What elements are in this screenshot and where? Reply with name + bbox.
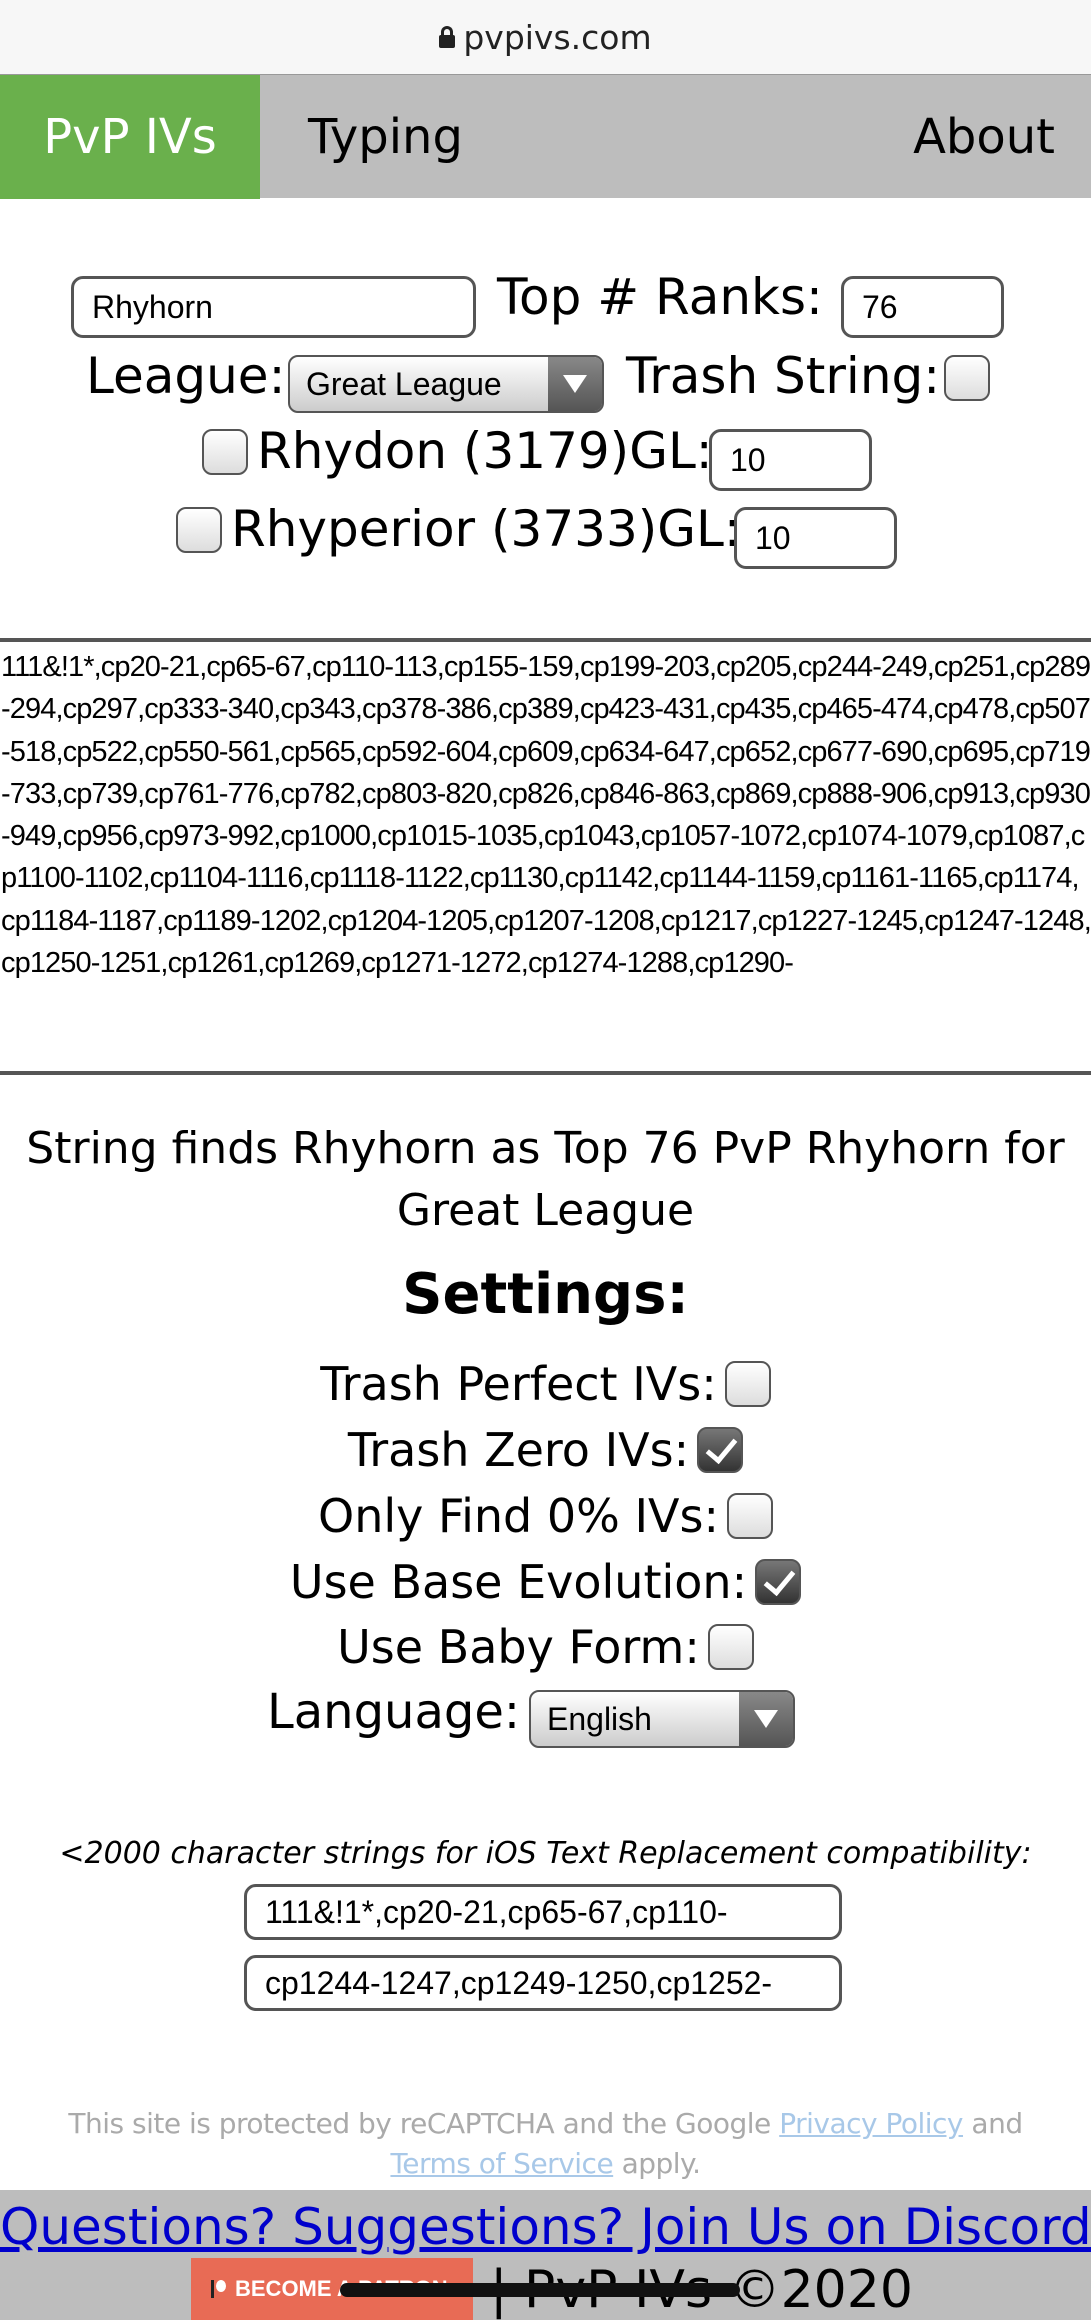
setting-label: Trash Zero IVs: [347, 1423, 690, 1477]
language-label: Language: [267, 1684, 521, 1740]
url-text: pvpivs.com [463, 17, 652, 57]
chevron-down-icon [739, 1692, 793, 1746]
lock-icon [439, 26, 456, 48]
language-select[interactable]: English [529, 1690, 795, 1748]
chevron-down-icon [548, 357, 602, 411]
recaptcha-text: and [963, 2107, 1023, 2140]
setting-trash-zero: Trash Zero IVs: [0, 1420, 1091, 1480]
browser-url-bar[interactable]: pvpivs.com [0, 0, 1091, 74]
setting-label: Use Baby Form: [337, 1620, 700, 1674]
search-string-output[interactable]: 111&!1*,cp20-21,cp65-67,cp110-113,cp155-… [0, 638, 1091, 1075]
base-evolution-checkbox[interactable] [755, 1559, 802, 1605]
league-value: Great League [306, 365, 502, 402]
recaptcha-text: This site is protected by reCAPTCHA and … [68, 2107, 780, 2140]
language-value: English [547, 1700, 652, 1737]
league-label: League: [86, 347, 286, 405]
privacy-policy-link[interactable]: Privacy Policy [779, 2107, 963, 2140]
rhydon-label: Rhydon (3179)GL: [257, 422, 713, 480]
setting-label: Use Base Evolution: [289, 1555, 748, 1609]
top-ranks-label: Top # Ranks: [497, 268, 823, 326]
tab-typing[interactable]: Typing [308, 75, 463, 199]
recaptcha-notice: This site is protected by reCAPTCHA and … [0, 2104, 1091, 2184]
nav-bar: PvP IVs Typing About [0, 74, 1091, 199]
ios-string-1[interactable]: 111&!1*,cp20-21,cp65-67,cp110- [244, 1884, 842, 1940]
top-ranks-input[interactable]: 76 [841, 276, 1004, 338]
ios-note: <2000 character strings for iOS Text Rep… [59, 1836, 1032, 1871]
rhyperior-rank-input[interactable]: 10 [734, 507, 897, 569]
summary-text: String finds Rhyhorn as Top 76 PvP Rhyho… [26, 1123, 1065, 1236]
ios-string-2[interactable]: cp1244-1247,cp1249-1250,cp1252- [244, 1955, 842, 2011]
setting-label: Only Find 0% IVs: [318, 1489, 719, 1543]
baby-form-checkbox[interactable] [707, 1624, 754, 1670]
setting-base-evolution: Use Base Evolution: [0, 1552, 1091, 1612]
recaptcha-line-2: Terms of Service apply. [0, 2144, 1091, 2184]
rhyperior-label: Rhyperior (3733)GL: [231, 500, 741, 558]
setting-trash-perfect: Trash Perfect IVs: [0, 1354, 1091, 1414]
recaptcha-text: apply. [613, 2147, 701, 2180]
trash-perfect-checkbox[interactable] [724, 1361, 771, 1407]
patreon-icon [211, 2280, 226, 2298]
pokemon-input[interactable]: Rhyhorn [71, 276, 476, 338]
rhyperior-checkbox[interactable] [176, 507, 222, 553]
rhydon-rank-input[interactable]: 10 [709, 429, 872, 491]
home-indicator[interactable] [340, 2283, 740, 2297]
footer: Questions? Suggestions? Join Us on Disco… [0, 2190, 1091, 2320]
setting-only-zero: Only Find 0% IVs: [0, 1486, 1091, 1546]
trash-zero-checkbox[interactable] [697, 1427, 744, 1473]
league-select[interactable]: Great League [288, 355, 604, 413]
recaptcha-line-1: This site is protected by reCAPTCHA and … [0, 2104, 1091, 2144]
setting-baby-form: Use Baby Form: [0, 1617, 1091, 1677]
rhydon-checkbox[interactable] [202, 429, 248, 475]
trash-string-label: Trash String: [626, 347, 941, 405]
tab-pvp-ivs[interactable]: PvP IVs [0, 75, 260, 199]
discord-link[interactable]: Questions? Suggestions? Join Us on Disco… [0, 2198, 1091, 2256]
settings-heading: Settings: [402, 1262, 689, 1327]
only-zero-checkbox[interactable] [726, 1493, 773, 1539]
trash-string-checkbox[interactable] [944, 355, 990, 401]
setting-label: Trash Perfect IVs: [320, 1357, 717, 1411]
tab-about[interactable]: About [913, 75, 1055, 199]
terms-link[interactable]: Terms of Service [390, 2147, 613, 2180]
